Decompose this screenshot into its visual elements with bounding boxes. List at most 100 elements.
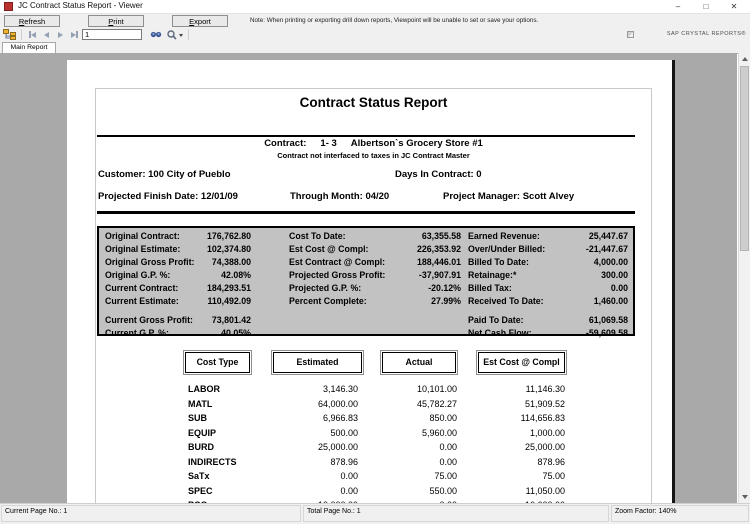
find-icon[interactable] — [150, 30, 162, 39]
summary-row: Current Gross Profit: 73,801.42 — [105, 314, 251, 327]
cost-type-cell: SPEC — [188, 485, 213, 496]
summary-label: Current Estimate: — [105, 296, 179, 307]
scroll-up-icon[interactable] — [739, 53, 750, 65]
table-row: MATL 64,000.00 45,782.27 51,909.52 — [185, 397, 565, 412]
summary-value: 63,355.58 — [421, 231, 461, 241]
summary-row: Earned Revenue: 25,447.67 — [468, 230, 628, 243]
summary-column-original: Original Contract: 176,762.80 Original E… — [105, 230, 251, 309]
summary-value: 176,762.80 — [206, 231, 251, 241]
estimated-cell: 878.96 — [330, 456, 358, 467]
summary-column-billing: Earned Revenue: 25,447.67 Over/Under Bil… — [468, 230, 628, 309]
actual-cell: 550.00 — [429, 485, 457, 496]
summary-label: Over/Under Billed: — [468, 244, 546, 255]
scroll-down-icon[interactable] — [739, 491, 750, 503]
summary-row: Original Estimate: 102,374.80 — [105, 243, 251, 256]
summary-row: Retainage:* 300.00 — [468, 269, 628, 282]
summary-row: Est Cost @ Compl: 226,353.92 — [289, 243, 461, 256]
summary-value: 300.00 — [601, 270, 628, 281]
print-button[interactable]: Print — [88, 15, 144, 27]
summary-column-projected: Cost To Date: 63,355.58 Est Cost @ Compl… — [289, 230, 461, 309]
summary-label: Received To Date: — [468, 296, 544, 307]
estimated-cell: 500.00 — [330, 427, 358, 438]
table-row: SPEC 0.00 550.00 11,050.00 — [185, 484, 565, 499]
summary-row: Over/Under Billed: -21,447.67 — [468, 243, 628, 256]
title-bar: JC Contract Status Report - Viewer – □ ✕ — [0, 0, 750, 14]
summary-row: Percent Complete: 27.99% — [289, 295, 461, 308]
actual-cell: 45,782.27 — [416, 398, 457, 409]
contract-name: Albertson`s Grocery Store #1 — [350, 138, 483, 149]
actual-cell: 10,101.00 — [416, 384, 457, 394]
summary-value: -21,447.67 — [585, 244, 628, 255]
summary-row: Original Gross Profit: 74,388.00 — [105, 256, 251, 269]
summary-value: 110,492.09 — [207, 296, 251, 307]
summary-value: 102,374.80 — [206, 244, 251, 255]
summary-label: Projected Gross Profit: — [289, 270, 386, 281]
close-button[interactable]: ✕ — [720, 0, 748, 13]
next-page-button[interactable] — [54, 30, 66, 39]
maximize-button[interactable]: □ — [692, 0, 720, 13]
sap-logo-icon — [627, 31, 634, 38]
contract-number: 1- 3 — [320, 138, 337, 149]
contract-summary-box: Original Contract: 176,762.80 Original E… — [97, 226, 635, 338]
cost-type-cell: BURD — [188, 442, 214, 453]
tab-main-report[interactable]: Main Report — [2, 42, 56, 53]
summary-row: Original Contract: 176,762.80 — [105, 230, 251, 243]
action-toolbar: Refresh Print Export Note: When printing… — [0, 14, 750, 29]
summary-value: 73,801.42 — [211, 315, 251, 325]
header-cost-type: Cost Type — [183, 350, 252, 375]
summary-row: Received To Date: 1,460.00 — [468, 295, 628, 308]
export-button[interactable]: Export — [172, 15, 228, 27]
estimated-cell: 6,966.83 — [322, 413, 358, 424]
vertical-scrollbar[interactable] — [738, 53, 750, 503]
minimize-button[interactable]: – — [664, 0, 692, 13]
summary-value: 40.05% — [221, 328, 251, 339]
previous-page-button[interactable] — [40, 30, 52, 39]
app-icon — [4, 2, 13, 11]
last-page-button[interactable] — [68, 30, 80, 39]
estimated-cell: 64,000.00 — [317, 398, 358, 409]
table-row: BURD 25,000.00 0.00 25,000.00 — [185, 440, 565, 455]
summary-value: -59,609.58 — [585, 328, 628, 339]
actual-cell: 0.00 — [439, 456, 457, 467]
summary-value: 42.08% — [221, 270, 251, 281]
zoom-icon[interactable] — [167, 30, 177, 40]
group-tree-icon[interactable] — [3, 29, 17, 40]
summary-row: Current Estimate: 110,492.09 — [105, 295, 251, 308]
summary-value: -37,907.91 — [418, 270, 461, 281]
summary-label: Billed To Date: — [468, 257, 529, 268]
summary-label: Original G.P. %: — [105, 270, 171, 281]
summary-label: Net Cash Flow: — [468, 328, 532, 339]
actual-cell: 850.00 — [429, 413, 457, 424]
summary-column-cash: Paid To Date: 61,069.58 Net Cash Flow: -… — [468, 314, 628, 340]
status-bar: Current Page No.: 1 Total Page No.: 1 Zo… — [0, 503, 750, 524]
scrollbar-thumb[interactable] — [740, 66, 749, 251]
summary-row: Current Contract: 184,293.51 — [105, 282, 251, 295]
summary-value: 0.00 — [610, 283, 628, 294]
cost-type-cell: SaTx — [188, 471, 210, 482]
rule-line — [97, 211, 635, 214]
window-title: JC Contract Status Report - Viewer — [18, 1, 143, 10]
summary-value: 226,353.92 — [416, 244, 461, 255]
page-number-input[interactable] — [82, 29, 142, 40]
cost-type-cell: MATL — [188, 398, 213, 409]
summary-row: Est Contract @ Compl: 188,446.01 — [289, 256, 461, 269]
summary-value: 1,460.00 — [593, 296, 628, 307]
zoom-dropdown-caret[interactable] — [179, 34, 183, 37]
cost-type-cell: INDIRECTS — [188, 456, 237, 467]
report-title: Contract Status Report — [299, 95, 448, 110]
refresh-button[interactable]: Refresh — [4, 15, 60, 27]
header-actual: Actual — [380, 350, 458, 375]
summary-label: Original Contract: — [105, 231, 180, 241]
project-manager-field: Project Manager: Scott Alvey — [443, 191, 575, 202]
summary-row: Billed To Date: 4,000.00 — [468, 256, 628, 269]
estimated-cell: 0.00 — [340, 471, 358, 482]
summary-label: Billed Tax: — [468, 283, 512, 294]
customer-field: Customer: 100 City of Pueblo — [98, 169, 231, 180]
summary-label: Original Estimate: — [105, 244, 181, 255]
table-row: INDIRECTS 878.96 0.00 878.96 — [185, 455, 565, 470]
cost-type-cell: LABOR — [188, 384, 220, 394]
first-page-button[interactable] — [26, 30, 38, 39]
summary-label: Original Gross Profit: — [105, 257, 195, 268]
summary-value: 184,293.51 — [206, 283, 251, 294]
summary-value: 4,000.00 — [593, 257, 628, 268]
